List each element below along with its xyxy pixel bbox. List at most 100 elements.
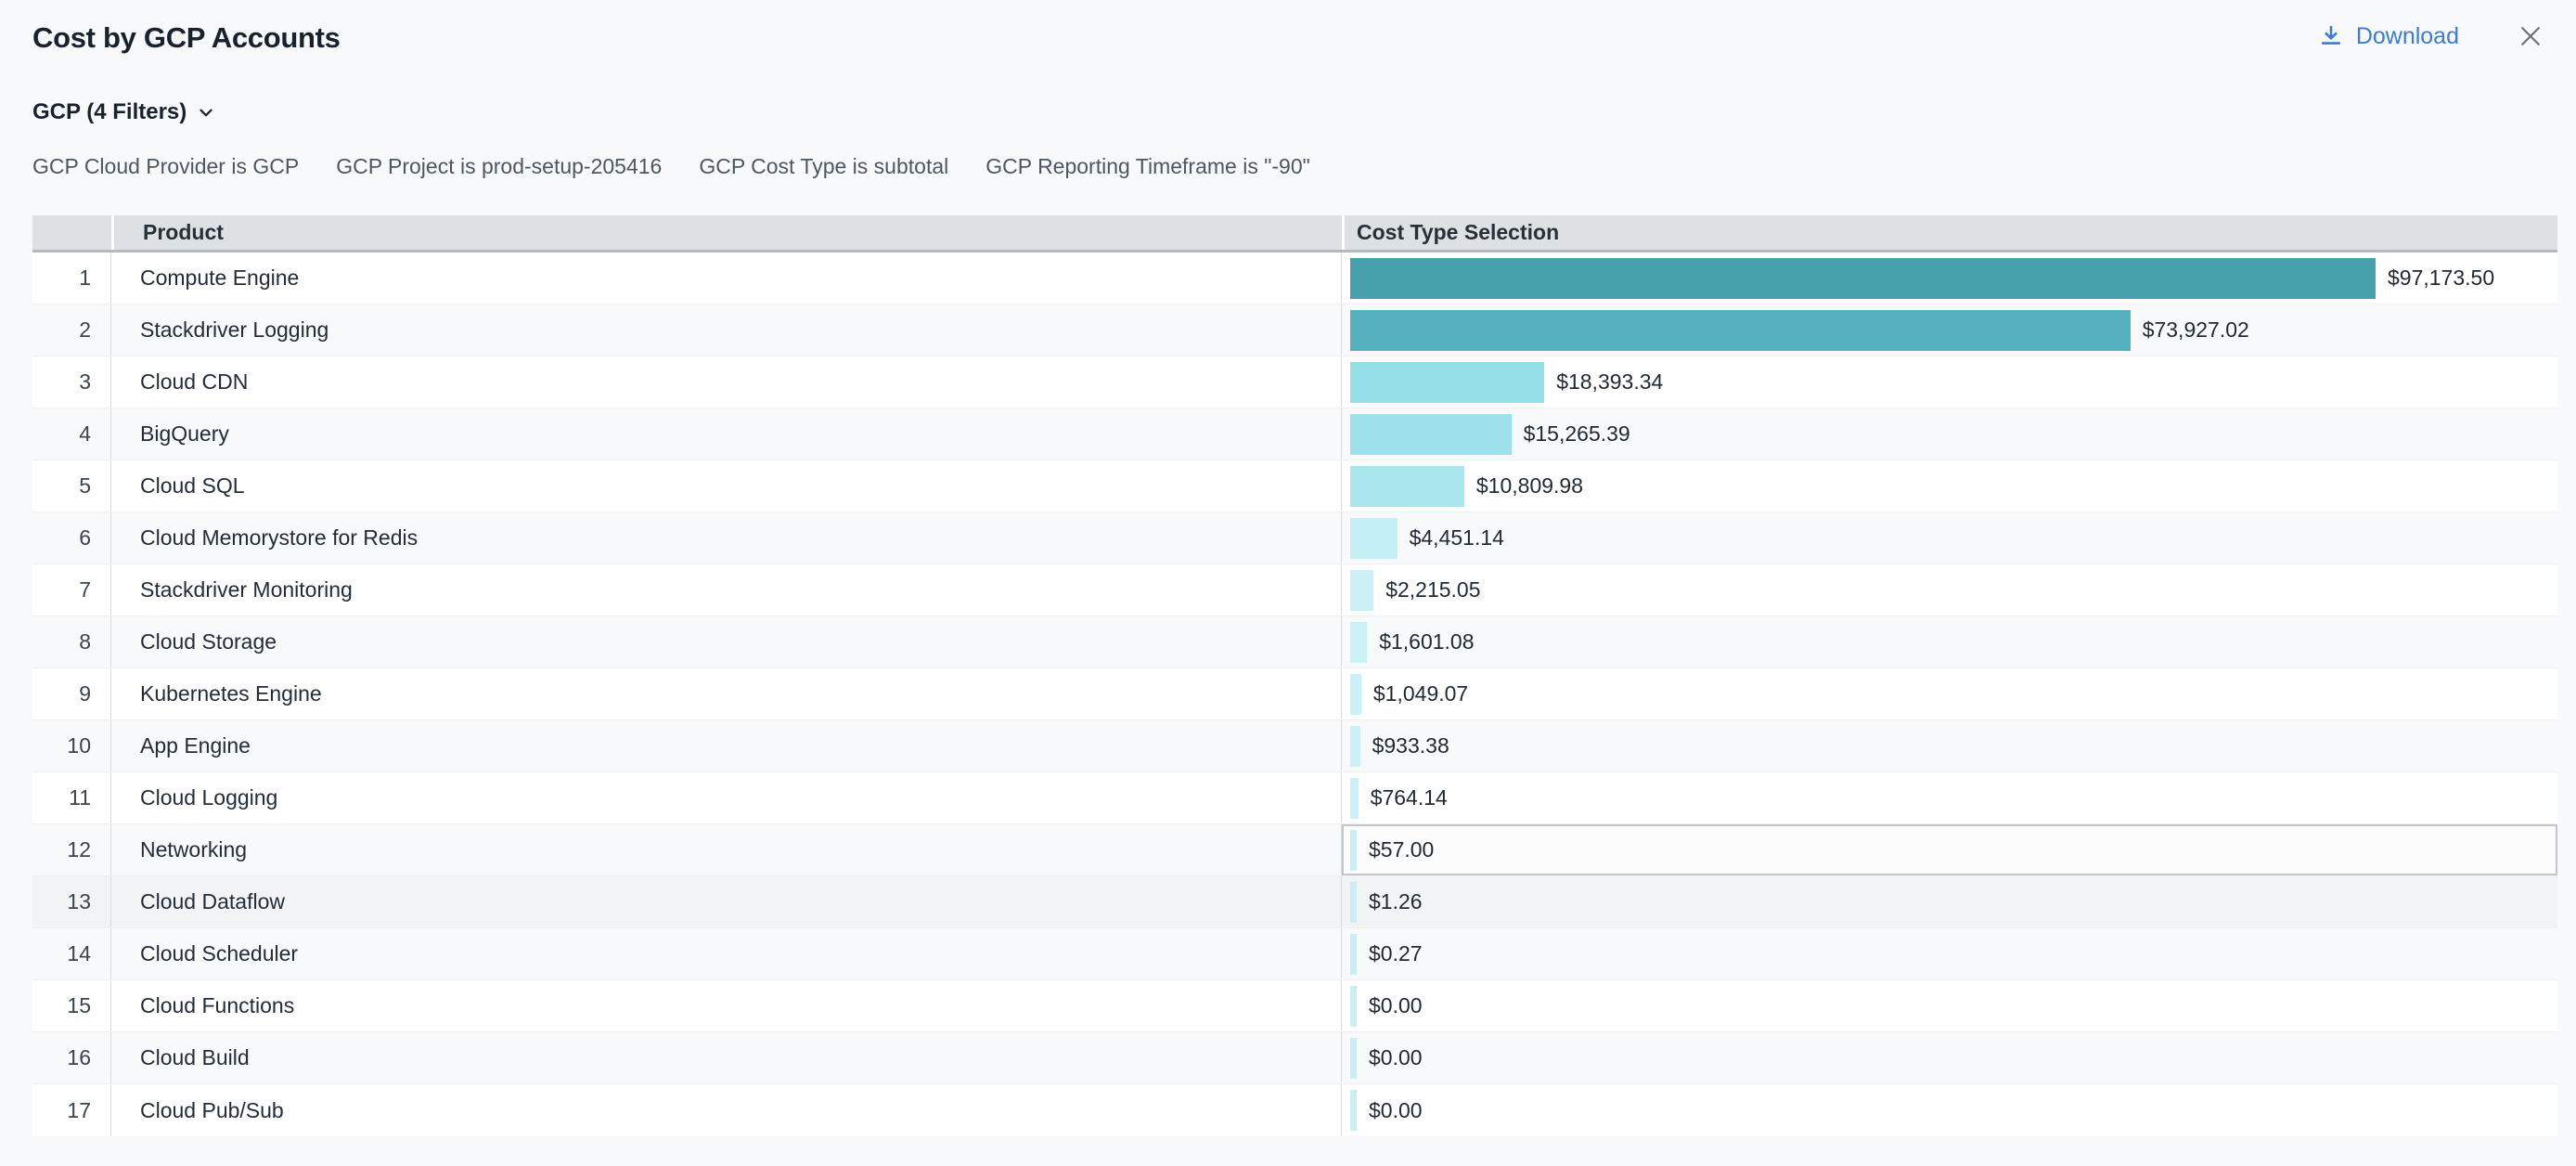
cost-value-label: $18,393.34	[1556, 369, 1663, 395]
cost-value-label: $2,215.05	[1385, 577, 1480, 602]
cost-bar-cell[interactable]: $0.27	[1342, 928, 2557, 979]
row-index: 14	[32, 928, 111, 979]
product-name-cell[interactable]: Cloud Scheduler	[111, 928, 1342, 979]
cost-bar	[1350, 882, 1357, 923]
row-index: 17	[32, 1084, 111, 1136]
cost-bar-cell[interactable]: $15,265.39	[1342, 408, 2557, 460]
table-row: 16Cloud Build $0.00	[32, 1032, 2557, 1084]
column-header-cost-type: Cost Type Selection	[1345, 215, 2557, 250]
row-index: 2	[32, 304, 111, 356]
table-row: 14Cloud Scheduler $0.27	[32, 928, 2557, 980]
table-header: Product Cost Type Selection	[32, 215, 2557, 253]
cost-bar	[1350, 466, 1464, 507]
cost-bar	[1350, 1038, 1357, 1079]
cost-bar-cell[interactable]: $4,451.14	[1342, 512, 2557, 564]
cost-bar-cell[interactable]: $2,215.05	[1342, 564, 2557, 615]
row-index: 15	[32, 980, 111, 1031]
row-index: 16	[32, 1032, 111, 1083]
row-index: 13	[32, 876, 111, 927]
row-index: 11	[32, 772, 111, 823]
cost-bar-cell[interactable]: $1.26	[1342, 876, 2557, 927]
product-name-cell[interactable]: Cloud CDN	[111, 356, 1342, 408]
table-row: 7Stackdriver Monitoring $2,215.05	[32, 564, 2557, 616]
cost-bar-cell[interactable]: $10,809.98	[1342, 460, 2557, 512]
product-name-cell[interactable]: Cloud Logging	[111, 772, 1342, 823]
table-row: 17Cloud Pub/Sub $0.00	[32, 1084, 2557, 1136]
filter-chip: GCP Reporting Timeframe is "-90"	[985, 154, 1310, 179]
cost-value-label: $0.00	[1369, 1045, 1423, 1070]
table-row: 13Cloud Dataflow$1.26	[32, 876, 2557, 928]
cost-bar-cell[interactable]: $73,927.02	[1342, 304, 2557, 356]
cost-bar-cell[interactable]: $1,601.08	[1342, 616, 2557, 667]
filter-chip: GCP Project is prod-setup-205416	[336, 154, 662, 179]
column-header-index	[32, 215, 111, 250]
cost-bar-cell[interactable]: $0.00	[1342, 1084, 2557, 1136]
cost-bar	[1350, 414, 1512, 455]
row-index: 7	[32, 564, 111, 615]
cost-bar-cell[interactable]: $1,049.07	[1342, 668, 2557, 719]
cost-value-label: $97,173.50	[2388, 266, 2494, 291]
cost-table: Product Cost Type Selection 1Compute Eng…	[32, 215, 2557, 1136]
table-row: 9Kubernetes Engine$1,049.07	[32, 668, 2557, 720]
table-row: 4BigQuery $15,265.39	[32, 408, 2557, 460]
header-actions: Download	[2318, 20, 2544, 50]
cost-bar-cell[interactable]: $0.00	[1342, 1032, 2557, 1083]
product-name-cell[interactable]: Compute Engine	[111, 253, 1342, 304]
cost-bar-cell-selected[interactable]: $57.00	[1342, 824, 2557, 875]
cost-bar-cell[interactable]: $97,173.50	[1342, 253, 2557, 304]
cost-bar-cell[interactable]: $0.00	[1342, 980, 2557, 1031]
table-row: 15Cloud Functions $0.00	[32, 980, 2557, 1032]
close-icon	[2517, 22, 2544, 50]
row-index: 1	[32, 253, 111, 304]
download-button[interactable]: Download	[2318, 23, 2459, 50]
row-index: 8	[32, 616, 111, 667]
filter-chip: GCP Cost Type is subtotal	[699, 154, 948, 179]
row-index: 10	[32, 720, 111, 771]
product-name-cell[interactable]: Cloud Storage	[111, 616, 1342, 667]
cost-value-label: $0.00	[1369, 1098, 1423, 1123]
cost-bar	[1350, 674, 1361, 715]
table-row: 6Cloud Memorystore for Redis$4,451.14	[32, 512, 2557, 564]
cost-bar-cell[interactable]: $764.14	[1342, 772, 2557, 823]
page-title: Cost by GCP Accounts	[32, 20, 2318, 56]
product-name-cell[interactable]: Cloud Memorystore for Redis	[111, 512, 1342, 564]
cost-bar	[1350, 934, 1357, 975]
row-index: 4	[32, 408, 111, 460]
product-name-cell[interactable]: Cloud Functions	[111, 980, 1342, 1031]
product-name-cell[interactable]: Networking	[111, 824, 1342, 875]
cost-bar	[1350, 830, 1357, 871]
product-name-cell[interactable]: Cloud Dataflow	[111, 876, 1342, 927]
table-row: 8Cloud Storage$1,601.08	[32, 616, 2557, 668]
product-name-cell[interactable]: Cloud SQL	[111, 460, 1342, 512]
cost-bar	[1350, 778, 1359, 819]
filter-chips: GCP Cloud Provider is GCPGCP Project is …	[32, 154, 2576, 179]
product-name-cell[interactable]: App Engine	[111, 720, 1342, 771]
product-name-cell[interactable]: Stackdriver Monitoring	[111, 564, 1342, 615]
cost-value-label: $15,265.39	[1524, 421, 1630, 447]
cost-bar	[1350, 726, 1360, 767]
cost-bar	[1350, 310, 2131, 351]
cost-value-label: $0.27	[1369, 941, 1423, 966]
cost-bar	[1350, 258, 2376, 299]
filter-group-dropdown[interactable]: GCP (4 Filters)	[32, 99, 216, 125]
chevron-down-icon	[196, 102, 216, 123]
cost-value-label: $0.00	[1369, 993, 1423, 1018]
table-row: 5Cloud SQL$10,809.98	[32, 460, 2557, 512]
product-name-cell[interactable]: Kubernetes Engine	[111, 668, 1342, 719]
product-name-cell[interactable]: Cloud Pub/Sub	[111, 1084, 1342, 1136]
cost-value-label: $4,451.14	[1410, 525, 1504, 551]
row-index: 5	[32, 460, 111, 512]
table-row: 12Networking$57.00	[32, 824, 2557, 876]
cost-bar-cell[interactable]: $18,393.34	[1342, 356, 2557, 408]
close-button[interactable]	[2517, 22, 2544, 50]
cost-bar-cell[interactable]: $933.38	[1342, 720, 2557, 771]
product-name-cell[interactable]: BigQuery	[111, 408, 1342, 460]
table-row: 1Compute Engine $97,173.50	[32, 253, 2557, 304]
download-label: Download	[2356, 23, 2459, 50]
product-name-cell[interactable]: Cloud Build	[111, 1032, 1342, 1083]
cost-value-label: $73,927.02	[2143, 317, 2249, 343]
row-index: 3	[32, 356, 111, 408]
table-row: 11Cloud Logging$764.14	[32, 772, 2557, 824]
cost-value-label: $57.00	[1369, 837, 1434, 862]
product-name-cell[interactable]: Stackdriver Logging	[111, 304, 1342, 356]
